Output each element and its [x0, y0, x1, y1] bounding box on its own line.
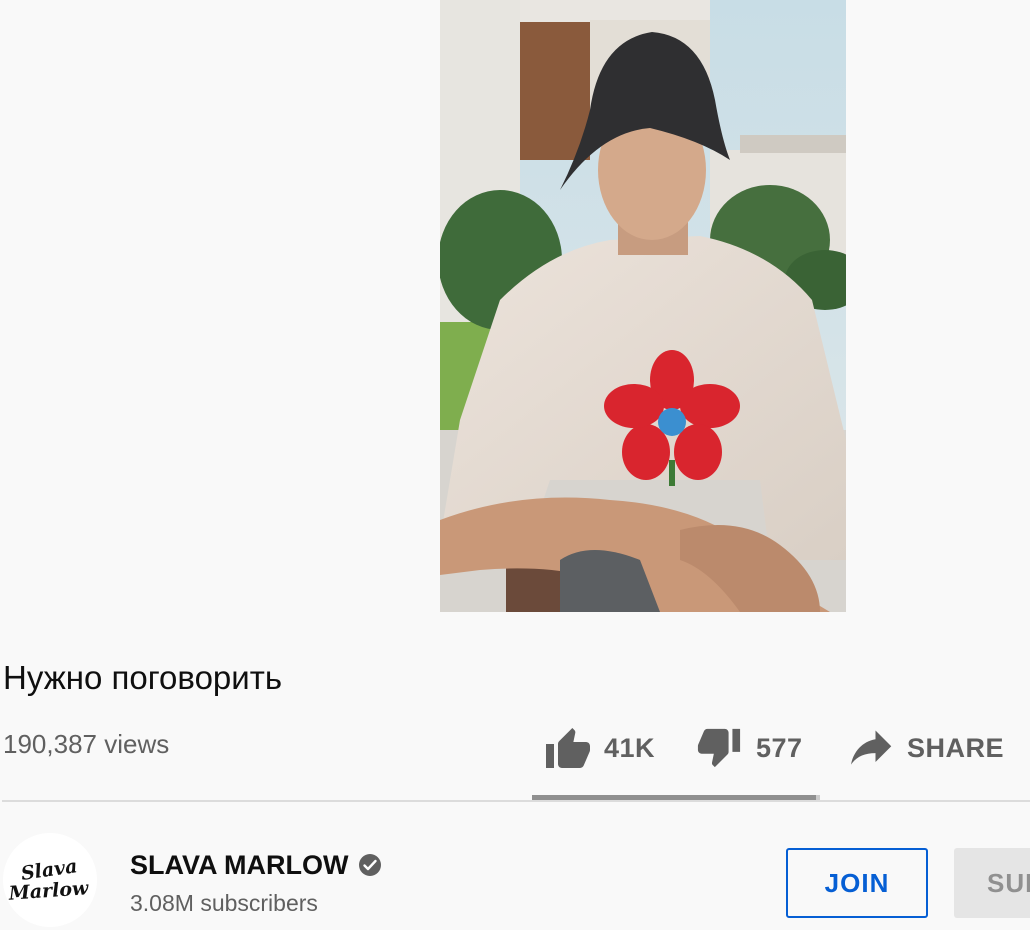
join-button[interactable]: JOIN [786, 848, 928, 918]
thumbs-up-icon [544, 726, 592, 770]
subscribe-button[interactable]: SUBSCRIBE [954, 848, 1030, 918]
channel-name-row[interactable]: SLAVA MARLOW [130, 848, 382, 882]
share-button[interactable]: SHARE [851, 722, 1004, 774]
subscriber-count: 3.08M subscribers [130, 890, 318, 916]
divider [2, 800, 1030, 802]
thumbs-down-icon [696, 726, 742, 770]
share-arrow-icon [851, 728, 893, 768]
view-count: 190,387 views [3, 729, 170, 759]
channel-avatar[interactable]: Slava Marlow [3, 833, 97, 927]
dislike-count: 577 [756, 732, 803, 763]
watch-page: Нужно поговорить 190,387 views 41K 577 S… [0, 0, 1030, 930]
dislike-button[interactable]: 577 [696, 722, 803, 774]
share-label: SHARE [907, 732, 1005, 763]
channel-name[interactable]: SLAVA MARLOW [130, 848, 348, 882]
video-player[interactable] [440, 0, 846, 612]
video-title: Нужно поговорить [3, 659, 283, 696]
like-count: 41K [604, 732, 656, 763]
verified-check-icon [358, 853, 382, 877]
channel-logo: Slava Marlow [3, 833, 97, 927]
like-button[interactable]: 41K [544, 722, 655, 774]
video-frame [440, 0, 846, 612]
